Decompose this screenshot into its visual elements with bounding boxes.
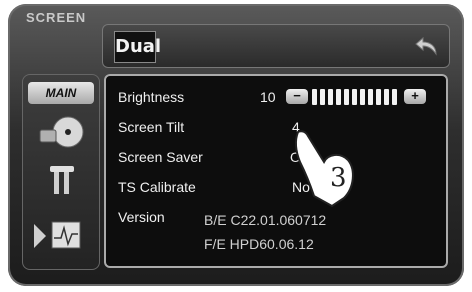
brightness-label: Brightness [118, 89, 185, 105]
finger-pointer-icon: 3 [294, 130, 354, 208]
version-fe: F/E HPD60.06.12 [204, 236, 314, 252]
brightness-plus-button[interactable]: + [404, 89, 426, 104]
main-button[interactable]: MAIN [28, 82, 94, 104]
disc-icon[interactable] [28, 112, 94, 152]
screen-label: SCREEN [26, 10, 87, 25]
brightness-level-bar[interactable] [312, 88, 402, 106]
screen-saver-label: Screen Saver [118, 149, 203, 165]
step-number: 3 [330, 163, 347, 193]
ts-calibrate-label: TS Calibrate [118, 179, 196, 195]
version-label: Version [118, 209, 165, 225]
screen-tilt-label: Screen Tilt [118, 119, 185, 135]
version-be: B/E C22.01.060712 [204, 212, 327, 228]
brand-logo: Dual [114, 31, 161, 63]
back-arrow-icon[interactable] [414, 36, 440, 58]
waveform-icon[interactable] [28, 216, 94, 256]
tools-icon[interactable] [28, 162, 94, 202]
brightness-value: 10 [260, 89, 276, 105]
brightness-minus-button[interactable]: − [286, 89, 308, 104]
